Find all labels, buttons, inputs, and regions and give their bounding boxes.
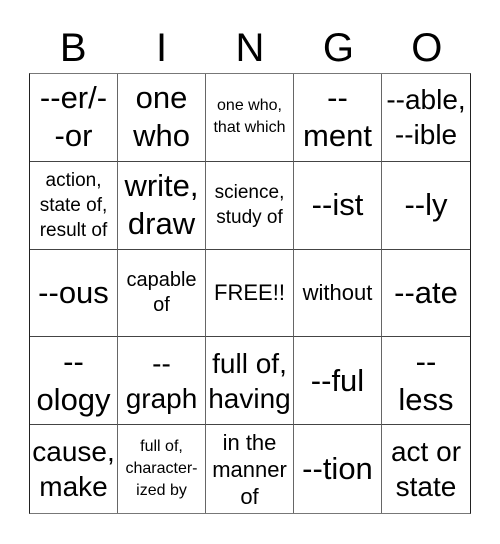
bingo-cell[interactable]: one who, that which: [206, 74, 294, 162]
cell-text: --ly: [404, 187, 448, 223]
cell-text: science, study of: [214, 182, 285, 229]
cell-text: in the manner of: [212, 429, 287, 509]
bingo-cell[interactable]: --able, --ible: [382, 74, 470, 162]
bingo-cell[interactable]: act or state: [382, 425, 470, 513]
bingo-cell[interactable]: -- less: [382, 337, 470, 426]
bingo-cell[interactable]: --ist: [294, 161, 382, 250]
cell-text: action, state of, result of: [39, 169, 108, 241]
bingo-cell[interactable]: --tion: [294, 425, 382, 513]
bingo-header: B I N G O: [29, 24, 471, 72]
bingo-cell[interactable]: --ly: [382, 162, 470, 250]
cell-text: -- ology: [36, 343, 111, 417]
cell-text: one who, that which: [213, 97, 286, 137]
bingo-cell[interactable]: -- ology: [30, 337, 118, 426]
bingo-cell[interactable]: write, draw: [118, 161, 206, 250]
cell-text: --ate: [394, 274, 458, 310]
header-letter-i: I: [156, 26, 168, 70]
cell-text: without: [302, 280, 373, 306]
cell-text: write, draw: [124, 168, 199, 242]
header-letter-n: N: [235, 26, 265, 70]
bingo-cell[interactable]: full of, character- ized by: [118, 425, 206, 513]
bingo-cell[interactable]: --ate: [382, 250, 470, 338]
bingo-cell[interactable]: without: [294, 249, 382, 338]
cell-text: --tion: [302, 451, 373, 487]
cell-text: -- graph: [125, 347, 198, 414]
cell-text: --ous: [38, 274, 109, 310]
cell-text: FREE!!: [214, 280, 285, 306]
header-letter-b: B: [59, 26, 87, 70]
bingo-cell[interactable]: action, state of, result of: [30, 161, 118, 250]
cell-text: --ful: [310, 362, 365, 398]
cell-text: one who: [133, 80, 190, 154]
cell-text: full of, character- ized by: [125, 438, 198, 500]
bingo-cell[interactable]: one who: [118, 74, 206, 162]
bingo-grid: --er/- -or one who one who, that which -- m…: [29, 73, 471, 514]
cell-text: capable of: [126, 268, 197, 316]
cell-text: -- less: [398, 343, 454, 417]
bingo-cell[interactable]: -- ment: [294, 74, 382, 162]
bingo-cell[interactable]: full of, having: [206, 337, 294, 426]
cell-text: full of, having: [208, 347, 291, 414]
cell-text: cause, make: [32, 436, 115, 503]
cell-text: act or state: [390, 436, 462, 503]
bingo-cell[interactable]: --ous: [30, 249, 118, 338]
header-letter-g: G: [322, 26, 354, 70]
cell-text: --able, --ible: [386, 84, 466, 151]
cell-text: --ist: [311, 187, 364, 223]
bingo-cell[interactable]: in the manner of: [206, 425, 294, 513]
bingo-cell[interactable]: cause, make: [30, 425, 118, 513]
bingo-cell[interactable]: --ful: [294, 337, 382, 426]
free-space-cell[interactable]: FREE!!: [206, 249, 294, 338]
bingo-cell[interactable]: -- graph: [118, 337, 206, 426]
bingo-cell[interactable]: --er/- -or: [30, 74, 118, 162]
cell-text: -- ment: [303, 80, 372, 154]
cell-text: --er/- -or: [39, 80, 108, 154]
bingo-cell[interactable]: science, study of: [206, 161, 294, 250]
header-letter-o: O: [411, 26, 443, 70]
bingo-cell[interactable]: capable of: [118, 249, 206, 338]
